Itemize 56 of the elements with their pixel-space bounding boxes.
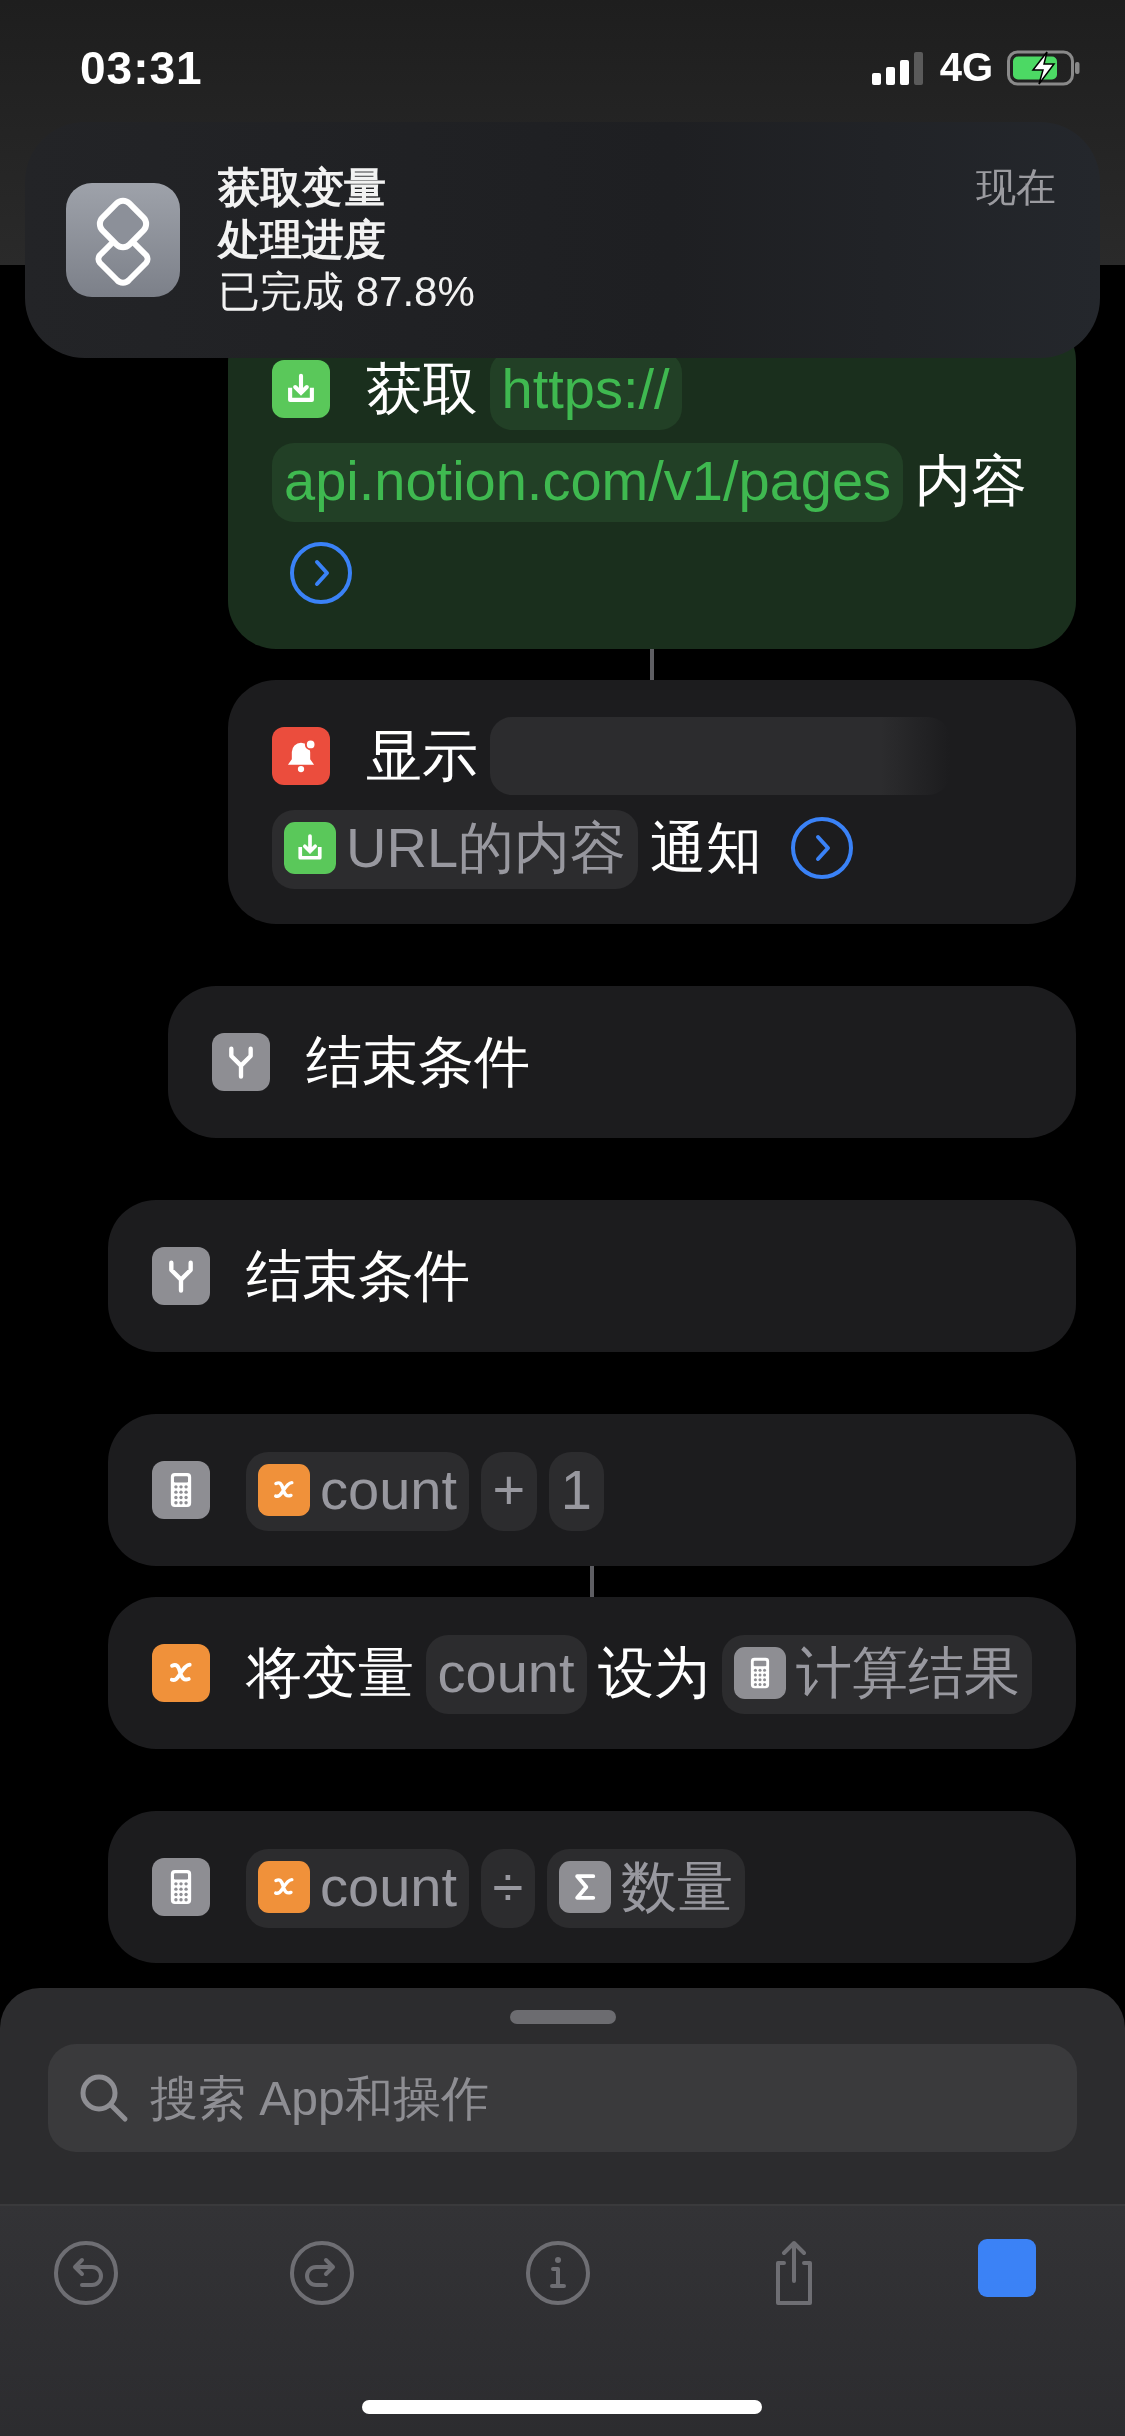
status-time: 03:31 (80, 40, 203, 95)
action-card[interactable]: 结束条件 (168, 986, 1076, 1138)
variable-token[interactable]: count (246, 1849, 469, 1928)
download-icon (284, 822, 336, 875)
variable-token[interactable]: 数量 (546, 1849, 745, 1928)
parameter-token[interactable]: ÷ (480, 1849, 536, 1928)
calculator-icon (152, 1461, 210, 1520)
action-card[interactable]: 结束条件 (108, 1200, 1076, 1352)
info-button[interactable] (524, 2239, 592, 2307)
details-button[interactable] (791, 817, 854, 880)
stop-button[interactable] (978, 2239, 1036, 2297)
bell-icon (272, 727, 330, 786)
action-label: 设为 (598, 1641, 711, 1704)
variable-token[interactable]: URL的内容 (272, 810, 639, 889)
action-card[interactable]: 将变量 count 设为 计算结果 (108, 1597, 1076, 1749)
action-label: 通知 (649, 816, 762, 879)
branch-icon (152, 1247, 210, 1306)
parameter-token[interactable]: 1 (548, 1452, 604, 1531)
parameter-token[interactable]: count (425, 1635, 587, 1714)
notification-title: 获取变量 (218, 163, 387, 213)
action-label: 结束条件 (246, 1244, 470, 1307)
sum-icon (558, 1861, 611, 1914)
calculator-icon (733, 1647, 786, 1700)
app-icon (66, 183, 180, 297)
calculator-icon (152, 1858, 210, 1917)
details-button[interactable] (290, 542, 352, 605)
action-card[interactable]: count + 1 (108, 1414, 1076, 1566)
variable-icon (258, 1861, 310, 1914)
parameter-token[interactable]: api.notion.com/v1/pages (272, 443, 904, 522)
sheet-grabber[interactable] (509, 2010, 616, 2024)
battery-charging-icon (1007, 49, 1081, 86)
redo-button[interactable] (288, 2239, 356, 2307)
variable-token[interactable]: count (246, 1452, 469, 1531)
variable-icon (258, 1464, 310, 1517)
info-icon (524, 2239, 592, 2307)
action-label: 将变量 (246, 1641, 414, 1704)
parameter-token[interactable]: + (480, 1452, 538, 1531)
action-label: 内容 (914, 449, 1027, 512)
notification-time: 现在 (976, 164, 1056, 211)
action-label: 结束条件 (306, 1030, 530, 1093)
undo-button[interactable] (52, 2239, 120, 2307)
action-card[interactable]: 显示 URL的内容 通知 (228, 680, 1076, 924)
redo-icon (288, 2239, 356, 2307)
variable-token[interactable]: 计算结果 (721, 1635, 1032, 1714)
undo-icon (52, 2239, 120, 2307)
search-field[interactable]: 搜索 App和操作 (48, 2044, 1077, 2152)
notification-toast[interactable]: 获取变量 处理进度 已完成 87.8% 现在 (25, 122, 1100, 358)
notification-subtitle: 处理进度 (218, 215, 387, 265)
variable-icon (152, 1644, 210, 1703)
action-label: 显示 (366, 724, 478, 787)
action-label: 获取 (366, 357, 478, 420)
action-card[interactable]: count ÷ 数量 (108, 1811, 1076, 1963)
download-icon (272, 360, 330, 419)
signal-icon (871, 50, 926, 85)
network-type: 4G (939, 45, 993, 90)
branch-icon (212, 1033, 270, 1092)
